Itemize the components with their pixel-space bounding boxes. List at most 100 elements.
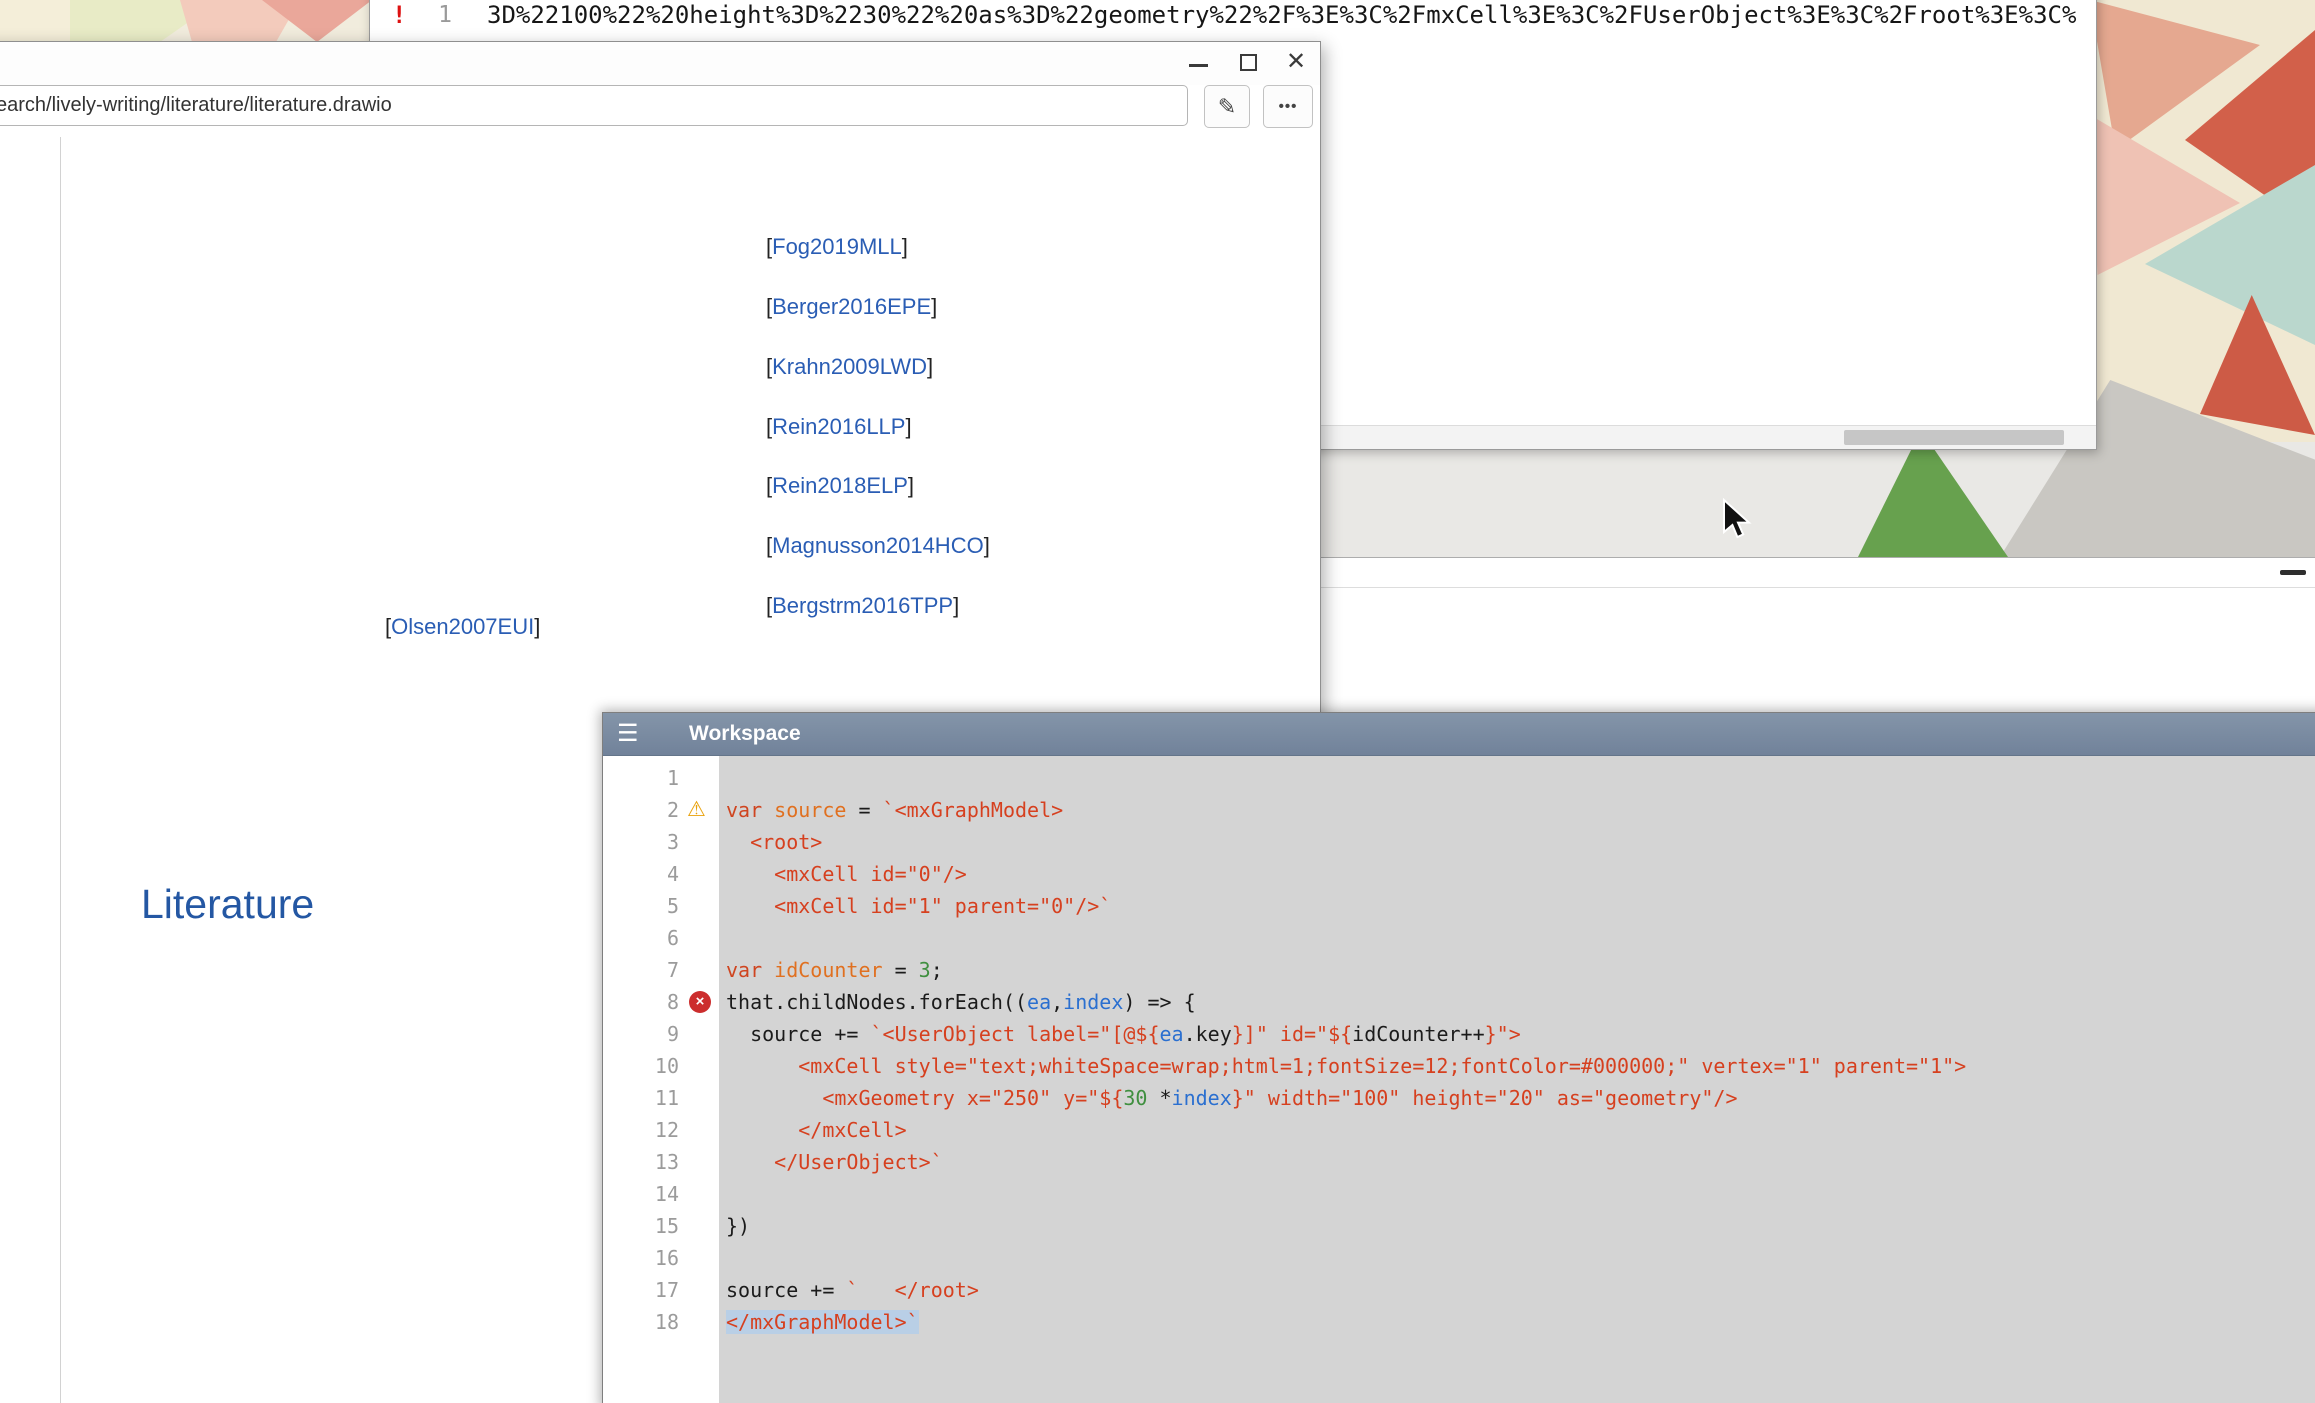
gutter-row[interactable]: 8× [603, 986, 719, 1018]
scrollbar-thumb[interactable] [1844, 430, 2064, 445]
code-line[interactable]: var idCounter = 3; [726, 954, 2315, 986]
gutter-row[interactable]: 14 [603, 1178, 719, 1210]
citation-link[interactable]: [Rein2018ELP] [766, 473, 914, 499]
workspace-code[interactable]: var source = `<mxGraphModel> <root> <mxC… [719, 756, 2315, 1403]
maximize-icon [1240, 54, 1257, 71]
bracket: ] [905, 414, 911, 439]
line-number: 18 [603, 1306, 679, 1338]
minimize-dash-icon[interactable] [2280, 570, 2306, 575]
code-line[interactable]: source += ` </root> [726, 1274, 2315, 1306]
window-top-bar [1310, 558, 2315, 588]
code-line[interactable]: <mxCell id="0"/> [726, 858, 2315, 890]
citation-link[interactable]: [Olsen2007EUI] [385, 614, 540, 640]
gutter-row[interactable]: 4 [603, 858, 719, 890]
citation-label: Fog2019MLL [772, 234, 902, 259]
code-line[interactable]: source += `<UserObject label="[@${ea.key… [726, 1018, 2315, 1050]
citation-link[interactable]: [Rein2016LLP] [766, 414, 912, 440]
code-line[interactable]: </mxCell> [726, 1114, 2315, 1146]
gutter-row[interactable]: 16 [603, 1242, 719, 1274]
citation-label: Magnusson2014HCO [772, 533, 984, 558]
line-number: 17 [603, 1274, 679, 1306]
maximize-button[interactable] [1236, 50, 1262, 76]
line-number: 8 [603, 986, 679, 1018]
code-line[interactable] [726, 1242, 2315, 1274]
code-line[interactable] [726, 922, 2315, 954]
more-options-button[interactable]: ••• [1263, 85, 1313, 128]
line-number: 2 [603, 794, 679, 826]
error-icon: × [689, 991, 711, 1013]
close-button[interactable]: ✕ [1282, 48, 1310, 76]
edit-button[interactable]: ✎ [1204, 85, 1250, 128]
gutter-row[interactable]: 10 [603, 1050, 719, 1082]
gutter-row[interactable]: 18 [603, 1306, 719, 1338]
citation-label: Olsen2007EUI [391, 614, 534, 639]
line-number: 1 [603, 762, 679, 794]
line-number: 13 [603, 1146, 679, 1178]
line-number: 11 [603, 1082, 679, 1114]
workspace-window: ☰ Workspace 12⚠345678×910111213141516171… [602, 712, 2315, 1403]
code-line[interactable] [726, 762, 2315, 794]
address-input[interactable] [0, 85, 1188, 126]
line-number: 6 [603, 922, 679, 954]
citation-label: Krahn2009LWD [772, 354, 927, 379]
bracket: ] [984, 533, 990, 558]
bracket: ] [931, 294, 937, 319]
code-line[interactable]: var source = `<mxGraphModel> [726, 794, 2315, 826]
minimize-icon [1189, 64, 1208, 67]
gutter-row[interactable]: 2⚠ [603, 794, 719, 826]
gutter-row[interactable]: 15 [603, 1210, 719, 1242]
line-number: 4 [603, 858, 679, 890]
code-line[interactable]: }) [726, 1210, 2315, 1242]
code-line[interactable]: <mxGeometry x="250" y="${30 *index}" wid… [726, 1082, 2315, 1114]
drawio-titlebar[interactable]: ✕ [0, 42, 1320, 85]
citation-label: Rein2018ELP [772, 473, 908, 498]
canvas-border-line [60, 137, 61, 1403]
menu-icon[interactable]: ☰ [617, 719, 639, 748]
gutter-row[interactable]: 13 [603, 1146, 719, 1178]
code-line[interactable]: <mxCell id="1" parent="0"/>` [726, 890, 2315, 922]
line-number: 5 [603, 890, 679, 922]
citation-link[interactable]: [Fog2019MLL] [766, 234, 908, 260]
bracket: ] [902, 234, 908, 259]
gutter-row[interactable]: 12 [603, 1114, 719, 1146]
gutter-row[interactable]: 11 [603, 1082, 719, 1114]
code-line[interactable]: <mxCell style="text;whiteSpace=wrap;html… [726, 1050, 2315, 1082]
gutter-row[interactable]: 9 [603, 1018, 719, 1050]
bracket: ] [908, 473, 914, 498]
gutter-row[interactable]: 6 [603, 922, 719, 954]
gutter-row[interactable]: 7 [603, 954, 719, 986]
line-number: 15 [603, 1210, 679, 1242]
editor-line[interactable]: 1 ! 3D%22100%22%20height%3D%2230%22%20as… [370, 1, 2096, 29]
gutter-row[interactable]: 3 [603, 826, 719, 858]
page-title: Literature [141, 881, 314, 928]
encoded-xml-text: 3D%22100%22%20height%3D%2230%22%20as%3D%… [487, 1, 2076, 29]
citation-link[interactable]: [Bergstrm2016TPP] [766, 593, 959, 619]
gutter-row[interactable]: 5 [603, 890, 719, 922]
code-line[interactable]: that.childNodes.forEach((ea,index) => { [726, 986, 2315, 1018]
citation-label: Berger2016EPE [772, 294, 931, 319]
code-line[interactable] [726, 1178, 2315, 1210]
mouse-cursor [1722, 498, 1756, 542]
code-line[interactable]: </mxGraphModel>` [726, 1306, 2315, 1338]
code-line[interactable]: <root> [726, 826, 2315, 858]
citation-link[interactable]: [Berger2016EPE] [766, 294, 937, 320]
desktop: 1 ! 3D%22100%22%20height%3D%2230%22%20as… [0, 0, 2315, 1403]
workspace-gutter: 12⚠345678×9101112131415161718 [603, 756, 719, 1403]
citation-link[interactable]: [Magnusson2014HCO] [766, 533, 990, 559]
citation-link[interactable]: [Krahn2009LWD] [766, 354, 933, 380]
line-number: 12 [603, 1114, 679, 1146]
code-line[interactable]: </UserObject>` [726, 1146, 2315, 1178]
line-number: 9 [603, 1018, 679, 1050]
line-number: 10 [603, 1050, 679, 1082]
bracket: ] [534, 614, 540, 639]
warning-icon: ⚠ [687, 796, 706, 824]
gutter-row[interactable]: 1 [603, 762, 719, 794]
minimize-button[interactable] [1186, 50, 1212, 76]
lint-error-icon: ! [392, 1, 406, 29]
citation-label: Rein2016LLP [772, 414, 905, 439]
bracket: ] [953, 593, 959, 618]
workspace-titlebar[interactable]: ☰ Workspace [603, 713, 2315, 756]
line-number: 16 [603, 1242, 679, 1274]
line-number: 14 [603, 1178, 679, 1210]
gutter-row[interactable]: 17 [603, 1274, 719, 1306]
